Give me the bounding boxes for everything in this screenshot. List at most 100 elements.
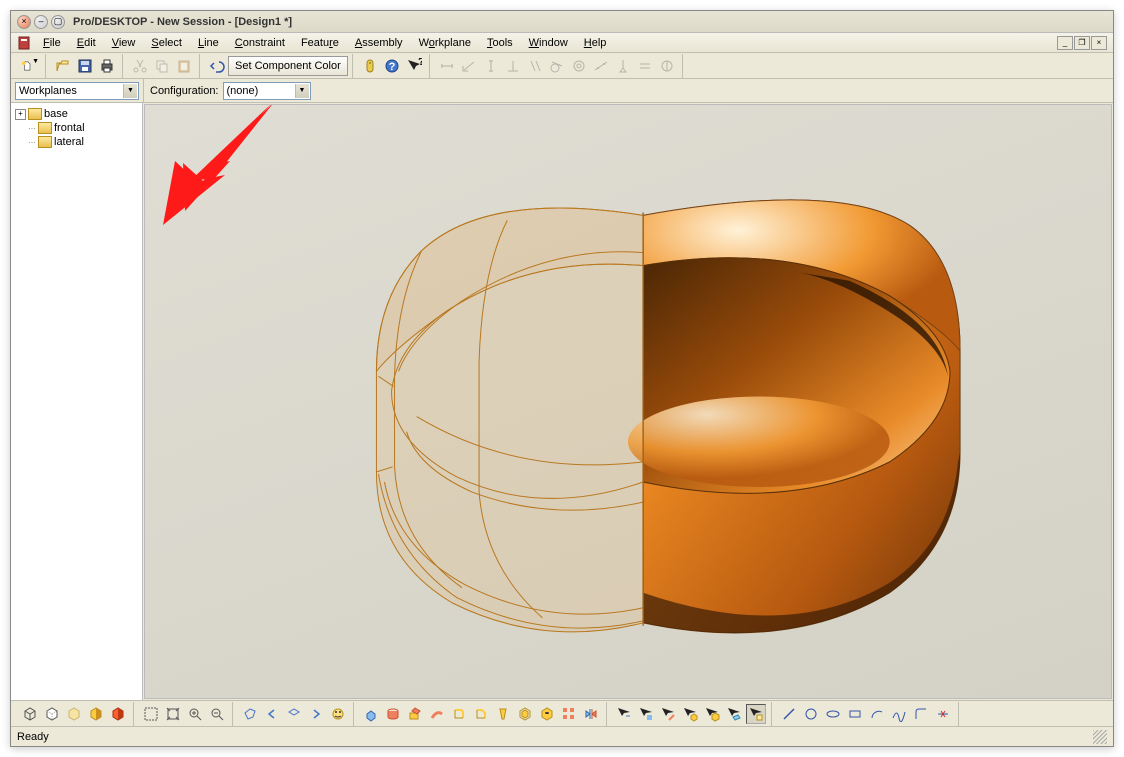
statusbar: Ready — [11, 726, 1113, 746]
constraint-colinear-button[interactable] — [591, 56, 611, 76]
copy-button[interactable] — [152, 56, 172, 76]
constraint-perpendicular-button[interactable] — [503, 56, 523, 76]
tree-item-label: frontal — [54, 122, 85, 134]
configuration-combo[interactable]: (none) ▼ — [223, 82, 311, 100]
minimize-button[interactable]: – — [34, 15, 48, 29]
view-enhanced-button[interactable] — [108, 704, 128, 724]
undo-button[interactable] — [207, 56, 227, 76]
zoom-out-button[interactable] — [207, 704, 227, 724]
menu-feature[interactable]: Feature — [293, 35, 347, 51]
status-text: Ready — [17, 731, 49, 743]
maximize-button[interactable]: ▢ — [51, 15, 65, 29]
mdi-restore[interactable]: ❐ — [1074, 36, 1090, 50]
feature-extrude-button[interactable] — [361, 704, 381, 724]
menu-select[interactable]: Select — [143, 35, 190, 51]
constraint-symmetric-button[interactable] — [657, 56, 677, 76]
feature-hole-button[interactable] — [537, 704, 557, 724]
select-workplanes-button[interactable] — [724, 704, 744, 724]
menu-view[interactable]: View — [104, 35, 144, 51]
app-window: × – ▢ Pro/DESKTOP - New Session - [Desig… — [10, 10, 1114, 747]
workplane-icon — [28, 108, 42, 120]
view-isometric-button[interactable] — [284, 704, 304, 724]
open-button[interactable] — [53, 56, 73, 76]
resize-grip[interactable] — [1093, 730, 1107, 744]
menu-tools[interactable]: Tools — [479, 35, 521, 51]
paste-button[interactable] — [174, 56, 194, 76]
sketch-line-button[interactable] — [779, 704, 799, 724]
mdi-minimize[interactable]: _ — [1057, 36, 1073, 50]
feature-shell-button[interactable] — [515, 704, 535, 724]
feature-mirror-button[interactable] — [581, 704, 601, 724]
select-constraints-button[interactable] — [746, 704, 766, 724]
close-button[interactable]: × — [17, 15, 31, 29]
chevron-down-icon: ▼ — [295, 84, 309, 98]
expand-icon[interactable]: + — [15, 109, 26, 120]
sketch-spline-button[interactable] — [889, 704, 909, 724]
menu-workplane[interactable]: Workplane — [411, 35, 479, 51]
browser-type-value: Workplanes — [19, 85, 77, 97]
view-shaded-button[interactable] — [86, 704, 106, 724]
menu-edit[interactable]: Edit — [69, 35, 104, 51]
new-button[interactable]: ▼ — [20, 56, 40, 76]
feature-sweep-button[interactable] — [427, 704, 447, 724]
menu-line[interactable]: Line — [190, 35, 227, 51]
menu-assembly[interactable]: Assembly — [347, 35, 411, 51]
save-button[interactable] — [75, 56, 95, 76]
sketch-delete-segment-button[interactable] — [933, 704, 953, 724]
cut-button[interactable] — [130, 56, 150, 76]
view-wireframe-button[interactable] — [20, 704, 40, 724]
dim-vertical-button[interactable] — [481, 56, 501, 76]
browser-type-combo[interactable]: Workplanes ▼ — [15, 82, 139, 100]
select-features-button[interactable] — [680, 704, 700, 724]
context-help-button[interactable]: ? — [404, 56, 424, 76]
properties-button[interactable] — [360, 56, 380, 76]
view-trimetric-button[interactable] — [240, 704, 260, 724]
tree-item-base[interactable]: + base — [13, 107, 140, 121]
sketch-rectangle-button[interactable] — [845, 704, 865, 724]
constraint-fix-button[interactable] — [613, 56, 633, 76]
tree-item-lateral[interactable]: ⋯ lateral — [13, 135, 140, 149]
set-component-color-button[interactable]: Set Component Color — [228, 56, 348, 76]
menu-constraint[interactable]: Constraint — [227, 35, 293, 51]
sketch-ellipse-button[interactable] — [823, 704, 843, 724]
view-transparent-button[interactable] — [64, 704, 84, 724]
feature-pattern-button[interactable] — [559, 704, 579, 724]
constraint-concentric-button[interactable] — [569, 56, 589, 76]
feature-round-button[interactable] — [449, 704, 469, 724]
view-next-button[interactable] — [306, 704, 326, 724]
feature-chamfer-button[interactable] — [471, 704, 491, 724]
select-edges-button[interactable] — [658, 704, 678, 724]
feature-draft-button[interactable] — [493, 704, 513, 724]
dim-horizontal-button[interactable] — [437, 56, 457, 76]
menu-window[interactable]: Window — [521, 35, 576, 51]
zoom-in-button[interactable] — [185, 704, 205, 724]
tree-item-frontal[interactable]: ⋯ frontal — [13, 121, 140, 135]
window-controls: × – ▢ — [17, 15, 65, 29]
select-faces-button[interactable] — [636, 704, 656, 724]
menu-file[interactable]: File — [35, 35, 69, 51]
3d-viewport[interactable] — [144, 104, 1112, 699]
menu-help[interactable]: Help — [576, 35, 615, 51]
sketch-fillet-button[interactable] — [911, 704, 931, 724]
mdi-close[interactable]: × — [1091, 36, 1107, 50]
sketch-circle-button[interactable] — [801, 704, 821, 724]
feature-tree[interactable]: + base ⋯ frontal ⋯ lateral — [11, 103, 143, 700]
zoom-window-button[interactable] — [141, 704, 161, 724]
sketch-arc-button[interactable] — [867, 704, 887, 724]
view-hidden-button[interactable] — [42, 704, 62, 724]
dim-straighten-button[interactable] — [459, 56, 479, 76]
select-lines-button[interactable] — [614, 704, 634, 724]
info-button[interactable]: ? — [382, 56, 402, 76]
feature-revolve-button[interactable] — [383, 704, 403, 724]
view-plan-button[interactable] — [328, 704, 348, 724]
constraint-equal-button[interactable] — [635, 56, 655, 76]
zoom-fit-button[interactable] — [163, 704, 183, 724]
constraint-tangent-button[interactable] — [547, 56, 567, 76]
workplane-icon — [38, 122, 52, 134]
feature-project-button[interactable] — [405, 704, 425, 724]
window-title: Pro/DESKTOP - New Session - [Design1 *] — [73, 16, 292, 28]
view-previous-button[interactable] — [262, 704, 282, 724]
print-button[interactable] — [97, 56, 117, 76]
select-parts-button[interactable] — [702, 704, 722, 724]
constraint-parallel-button[interactable] — [525, 56, 545, 76]
